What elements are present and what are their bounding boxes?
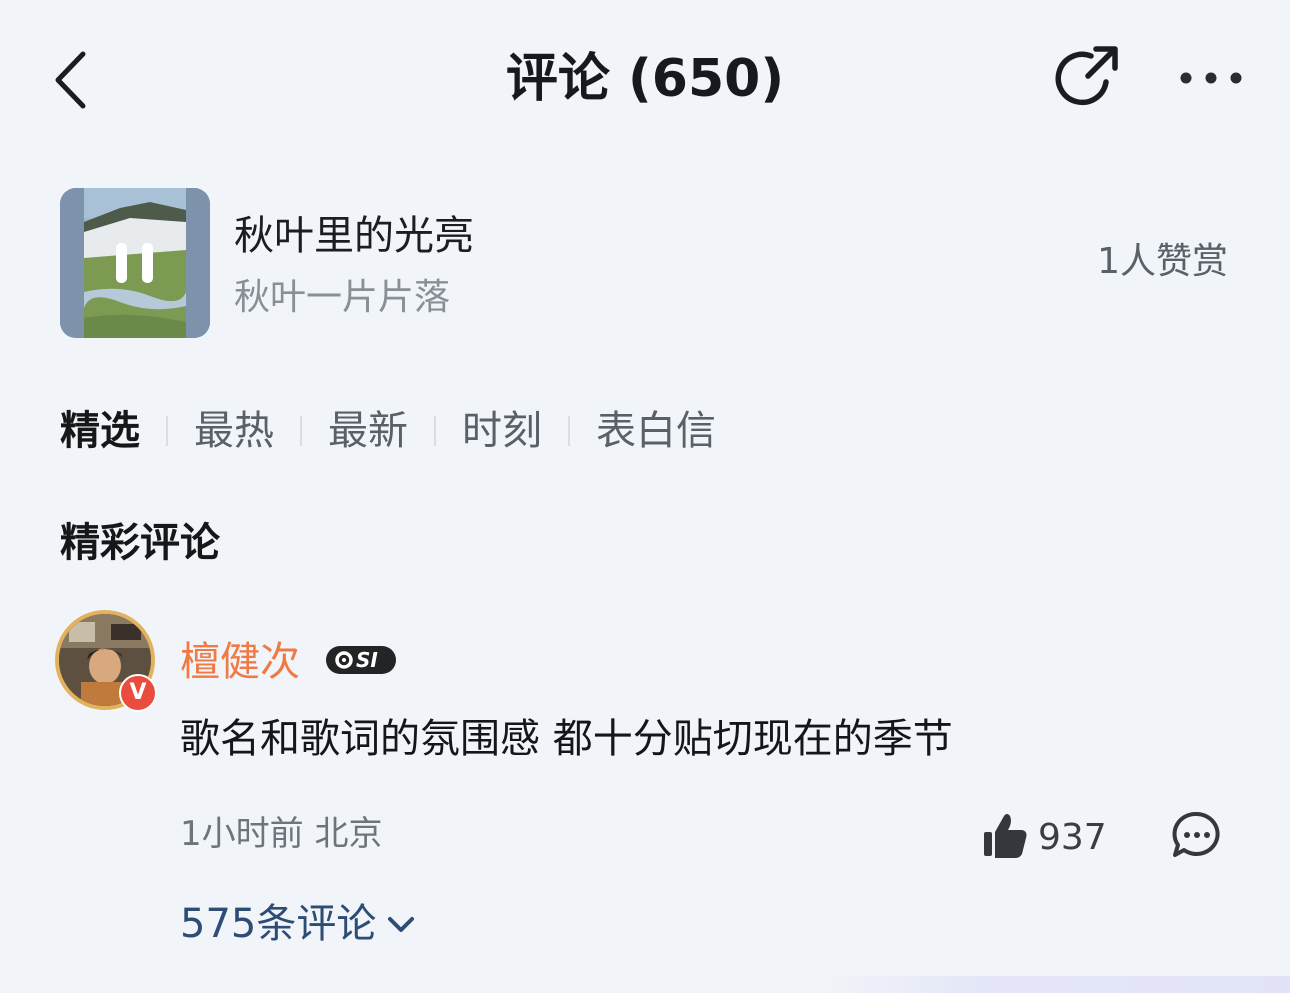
more-dots-icon — [1180, 72, 1242, 84]
comment-text: 歌名和歌词的氛围感 都十分贴切现在的季节 — [180, 716, 953, 762]
more-button[interactable] — [1176, 62, 1246, 94]
tab-divider — [166, 416, 168, 446]
comment-time-location: 1小时前 北京 — [180, 814, 383, 854]
section-title: 精彩评论 — [60, 520, 220, 566]
tab-divider — [300, 416, 302, 446]
comment-sort-tabs: 精选 最热 最新 时刻 表白信 — [60, 400, 716, 462]
avatar[interactable]: V — [55, 610, 157, 712]
thumbs-up-icon — [984, 814, 1027, 858]
user-level-badge[interactable]: SI — [326, 646, 396, 674]
song-cover-play-toggle[interactable] — [60, 188, 210, 338]
reply-button[interactable] — [1170, 810, 1222, 860]
song-artist[interactable]: 秋叶一片片落 — [234, 272, 450, 324]
tab-latest[interactable]: 最新 — [328, 400, 408, 462]
replies-label: 575条评论 — [180, 901, 377, 947]
level-badge-label: SI — [356, 648, 378, 672]
comment-username[interactable]: 檀健次 — [180, 634, 300, 690]
tab-hot[interactable]: 最热 — [194, 400, 274, 462]
tab-divider — [568, 416, 570, 446]
view-replies-link[interactable]: 575条评论 — [180, 896, 418, 952]
like-button[interactable]: 937 — [980, 810, 1110, 860]
tab-featured[interactable]: 精选 — [60, 400, 140, 462]
level-icon — [335, 651, 353, 669]
song-title[interactable]: 秋叶里的光亮 — [234, 208, 474, 264]
pause-icon — [116, 243, 153, 283]
share-button[interactable] — [1054, 44, 1122, 112]
share-icon — [1055, 46, 1118, 106]
chevron-down-icon — [388, 917, 415, 932]
tab-moments[interactable]: 时刻 — [462, 400, 542, 462]
reward-count[interactable]: 1人赞赏 — [1040, 236, 1228, 288]
like-count: 937 — [1038, 817, 1107, 858]
tab-love-letter[interactable]: 表白信 — [596, 400, 716, 462]
comment-bubble-icon — [1172, 811, 1220, 857]
bottom-edge-gradient — [820, 976, 1290, 993]
verified-badge: V — [119, 674, 157, 712]
tab-divider — [434, 416, 436, 446]
